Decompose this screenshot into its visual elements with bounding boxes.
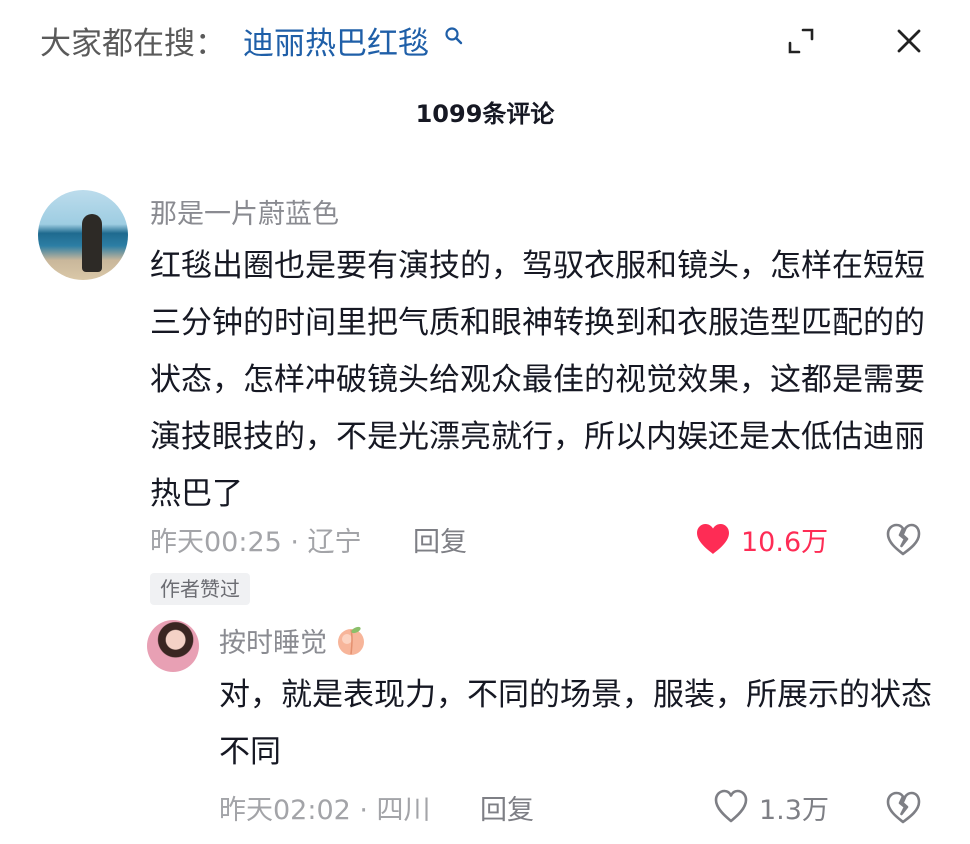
avatar[interactable] [147, 620, 199, 672]
peach-icon [338, 626, 364, 655]
comment-username[interactable]: 按时睡觉 [219, 621, 327, 660]
reply-button[interactable]: 回复 [413, 520, 467, 559]
broken-heart-icon[interactable] [884, 520, 922, 558]
search-prefix-label: 大家都在搜： [40, 26, 226, 62]
like-count: 1.3万 [759, 795, 829, 826]
comment-meta: 昨天00:25 · 辽宁 [150, 527, 362, 558]
avatar-figure [82, 214, 102, 272]
search-keyword-link[interactable]: 迪丽热巴红毯 [243, 18, 429, 63]
comment-meta: 昨天02:02 · 四川 [219, 795, 431, 826]
comment-username[interactable]: 那是一片蔚蓝色 [150, 192, 339, 231]
avatar[interactable] [38, 190, 128, 280]
broken-heart-icon[interactable] [884, 788, 922, 826]
like-count: 10.6万 [741, 527, 829, 558]
comment-text: 对，就是表现力，不同的场景，服装，所展示的状态不同 [219, 677, 932, 770]
heart-icon[interactable] [694, 522, 732, 556]
reply-button[interactable]: 回复 [480, 788, 534, 827]
author-liked-badge: 作者赞过 [150, 573, 250, 605]
comment-text: 红毯出圈也是要有演技的，驾驭衣服和镜头，怎样在短短三分钟的时间里把气质和眼神转换… [150, 248, 925, 512]
heart-icon[interactable] [712, 788, 750, 824]
search-icon[interactable] [444, 26, 464, 46]
comment-count-title: 1099条评论 [415, 100, 555, 128]
close-icon[interactable] [895, 27, 923, 55]
expand-icon[interactable] [786, 26, 816, 56]
